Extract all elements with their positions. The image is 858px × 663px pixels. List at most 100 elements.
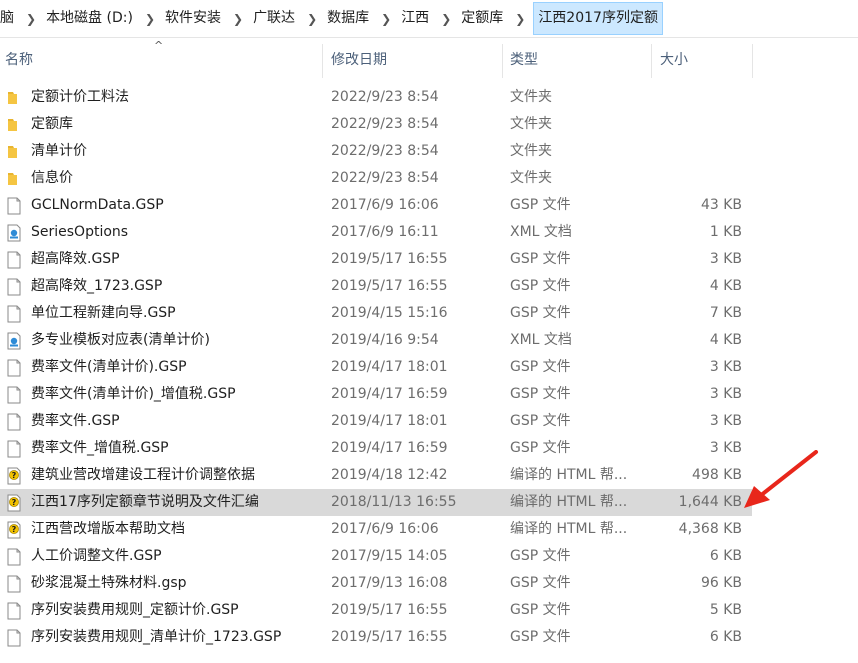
file-icon [6, 602, 22, 620]
breadcrumb-item-quota-lib[interactable]: 定额库 [457, 2, 509, 35]
chevron-right-icon[interactable]: ❯ [301, 12, 323, 26]
file-size: 4 KB [709, 332, 742, 348]
file-row[interactable]: GCLNormData.GSP 2017/6/9 16:06 GSP 文件 43 KB [0, 192, 752, 219]
file-row[interactable]: 费率文件.GSP 2019/4/17 18:01 GSP 文件 3 KB [0, 408, 752, 435]
file-icon [6, 305, 22, 323]
column-divider[interactable] [502, 44, 503, 78]
file-date: 2022/9/23 8:54 [331, 143, 439, 159]
file-size: 5 KB [709, 602, 742, 618]
file-row[interactable]: 单位工程新建向导.GSP 2019/4/15 15:16 GSP 文件 7 KB [0, 300, 752, 327]
file-size: 3 KB [709, 413, 742, 429]
file-size: 43 KB [700, 197, 742, 213]
column-header: 名称 修改日期 类型 大小 [0, 40, 858, 80]
file-name: 定额计价工料法 [31, 89, 129, 105]
address-bar[interactable]: 脑 ❯ 本地磁盘 (D:) ❯ 软件安装 ❯ 广联达 ❯ 数据库 ❯ 江西 ❯ … [0, 0, 858, 38]
breadcrumb-item-jiangxi[interactable]: 江西 [397, 2, 435, 35]
file-type: GSP 文件 [510, 359, 571, 375]
chevron-right-icon[interactable]: ❯ [375, 12, 397, 26]
breadcrumb-item-current[interactable]: 江西2017序列定额 [533, 2, 663, 35]
chm-help-icon: ? [6, 521, 22, 539]
folder-icon [6, 116, 22, 134]
file-name: 费率文件(清单计价)_增值税.GSP [31, 386, 236, 402]
file-row[interactable]: 费率文件_增值税.GSP 2019/4/17 16:59 GSP 文件 3 KB [0, 435, 752, 462]
file-date: 2019/4/17 18:01 [331, 359, 448, 375]
file-date: 2022/9/23 8:54 [331, 89, 439, 105]
file-row-selected[interactable]: ? 江西17序列定额章节说明及文件汇编 2018/11/13 16:55 编译的 HT… [0, 489, 752, 516]
file-type: GSP 文件 [510, 251, 571, 267]
chevron-right-icon[interactable]: ❯ [509, 12, 531, 26]
file-date: 2019/4/17 18:01 [331, 413, 448, 429]
column-divider[interactable] [651, 44, 652, 78]
file-date: 2019/4/18 12:42 [331, 467, 448, 483]
file-date: 2018/11/13 16:55 [331, 494, 457, 510]
file-type: 文件夹 [510, 170, 552, 186]
file-name: 超高降效_1723.GSP [31, 278, 163, 294]
breadcrumb-item-computer[interactable]: 脑 [0, 2, 20, 35]
chevron-right-icon[interactable]: ❯ [139, 12, 161, 26]
file-row[interactable]: 人工价调整文件.GSP 2017/9/15 14:05 GSP 文件 6 KB [0, 543, 752, 570]
file-row[interactable]: 多专业模板对应表(清单计价) 2019/4/16 9:54 XML 文档 4 KB [0, 327, 752, 354]
file-type: GSP 文件 [510, 602, 571, 618]
column-divider[interactable] [752, 44, 753, 78]
chevron-right-icon[interactable]: ❯ [435, 12, 457, 26]
column-divider[interactable] [322, 44, 323, 78]
file-row[interactable]: 超高降效_1723.GSP 2019/5/17 16:55 GSP 文件 4 KB [0, 273, 752, 300]
file-size: 1,644 KB [678, 494, 742, 510]
file-row[interactable]: 信息价 2022/9/23 8:54 文件夹 [0, 165, 752, 192]
file-name: 费率文件.GSP [31, 413, 120, 429]
file-row[interactable]: SeriesOptions 2017/6/9 16:11 XML 文档 1 KB [0, 219, 752, 246]
file-row[interactable]: ? 建筑业营改增建设工程计价调整依据 2019/4/18 12:42 编译的 HTML… [0, 462, 752, 489]
file-row[interactable]: 砂浆混凝土特殊材料.gsp 2017/9/13 16:08 GSP 文件 96 KB [0, 570, 752, 597]
file-date: 2019/5/17 16:55 [331, 278, 448, 294]
file-type: GSP 文件 [510, 575, 571, 591]
file-type: GSP 文件 [510, 548, 571, 564]
breadcrumb: 脑 ❯ 本地磁盘 (D:) ❯ 软件安装 ❯ 广联达 ❯ 数据库 ❯ 江西 ❯ … [0, 0, 663, 37]
xml-file-icon [6, 224, 22, 242]
file-row[interactable]: ? 江西营改增版本帮助文档 2017/6/9 16:06 编译的 HTML 帮... 4… [0, 516, 752, 543]
file-date: 2019/4/17 16:59 [331, 386, 448, 402]
file-icon [6, 629, 22, 647]
file-row[interactable]: 超高降效.GSP 2019/5/17 16:55 GSP 文件 3 KB [0, 246, 752, 273]
file-name: 江西17序列定额章节说明及文件汇编 [31, 494, 259, 510]
chm-help-icon: ? [6, 494, 22, 512]
file-date: 2019/5/17 16:55 [331, 629, 448, 645]
file-row[interactable]: 定额库 2022/9/23 8:54 文件夹 [0, 111, 752, 138]
file-size: 3 KB [709, 386, 742, 402]
file-size: 4,368 KB [678, 521, 742, 537]
breadcrumb-item-software[interactable]: 软件安装 [161, 2, 227, 35]
file-row[interactable]: 定额计价工料法 2022/9/23 8:54 文件夹 [0, 84, 752, 111]
file-name: 费率文件(清单计价).GSP [31, 359, 187, 375]
chevron-right-icon[interactable]: ❯ [227, 12, 249, 26]
file-name: 费率文件_增值税.GSP [31, 440, 169, 456]
file-name: 人工价调整文件.GSP [31, 548, 162, 564]
file-row[interactable]: 费率文件(清单计价)_增值税.GSP 2019/4/17 16:59 GSP 文件 3… [0, 381, 752, 408]
file-size: 6 KB [709, 629, 742, 645]
file-name: 单位工程新建向导.GSP [31, 305, 176, 321]
file-row[interactable]: 清单计价 2022/9/23 8:54 文件夹 [0, 138, 752, 165]
breadcrumb-item-glodon[interactable]: 广联达 [249, 2, 301, 35]
file-name: 序列安装费用规则_清单计价_1723.GSP [31, 629, 282, 645]
file-date: 2017/9/15 14:05 [331, 548, 448, 564]
file-row[interactable]: 序列安装费用规则_清单计价_1723.GSP 2019/5/17 16:55 GSP… [0, 624, 752, 651]
breadcrumb-item-database[interactable]: 数据库 [323, 2, 375, 35]
column-header-name[interactable]: 名称 [5, 40, 33, 80]
file-icon [6, 359, 22, 377]
svg-text:?: ? [12, 498, 17, 507]
file-type: XML 文档 [510, 224, 572, 240]
folder-icon [6, 170, 22, 188]
file-date: 2017/6/9 16:06 [331, 197, 439, 213]
file-date: 2019/4/16 9:54 [331, 332, 439, 348]
breadcrumb-item-drive[interactable]: 本地磁盘 (D:) [42, 2, 139, 35]
file-icon [6, 413, 22, 431]
file-icon [6, 575, 22, 593]
file-row[interactable]: 序列安装费用规则_定额计价.GSP 2019/5/17 16:55 GSP 文件 5 … [0, 597, 752, 624]
chevron-right-icon[interactable]: ❯ [20, 12, 42, 26]
column-header-size[interactable]: 大小 [660, 40, 688, 80]
file-row[interactable]: 费率文件(清单计价).GSP 2019/4/17 18:01 GSP 文件 3 KB [0, 354, 752, 381]
column-header-type[interactable]: 类型 [510, 40, 538, 80]
file-type: 文件夹 [510, 143, 552, 159]
file-name: 多专业模板对应表(清单计价) [31, 332, 210, 348]
file-type: 编译的 HTML 帮... [510, 494, 628, 510]
column-header-date[interactable]: 修改日期 [331, 40, 387, 80]
file-type: GSP 文件 [510, 629, 571, 645]
